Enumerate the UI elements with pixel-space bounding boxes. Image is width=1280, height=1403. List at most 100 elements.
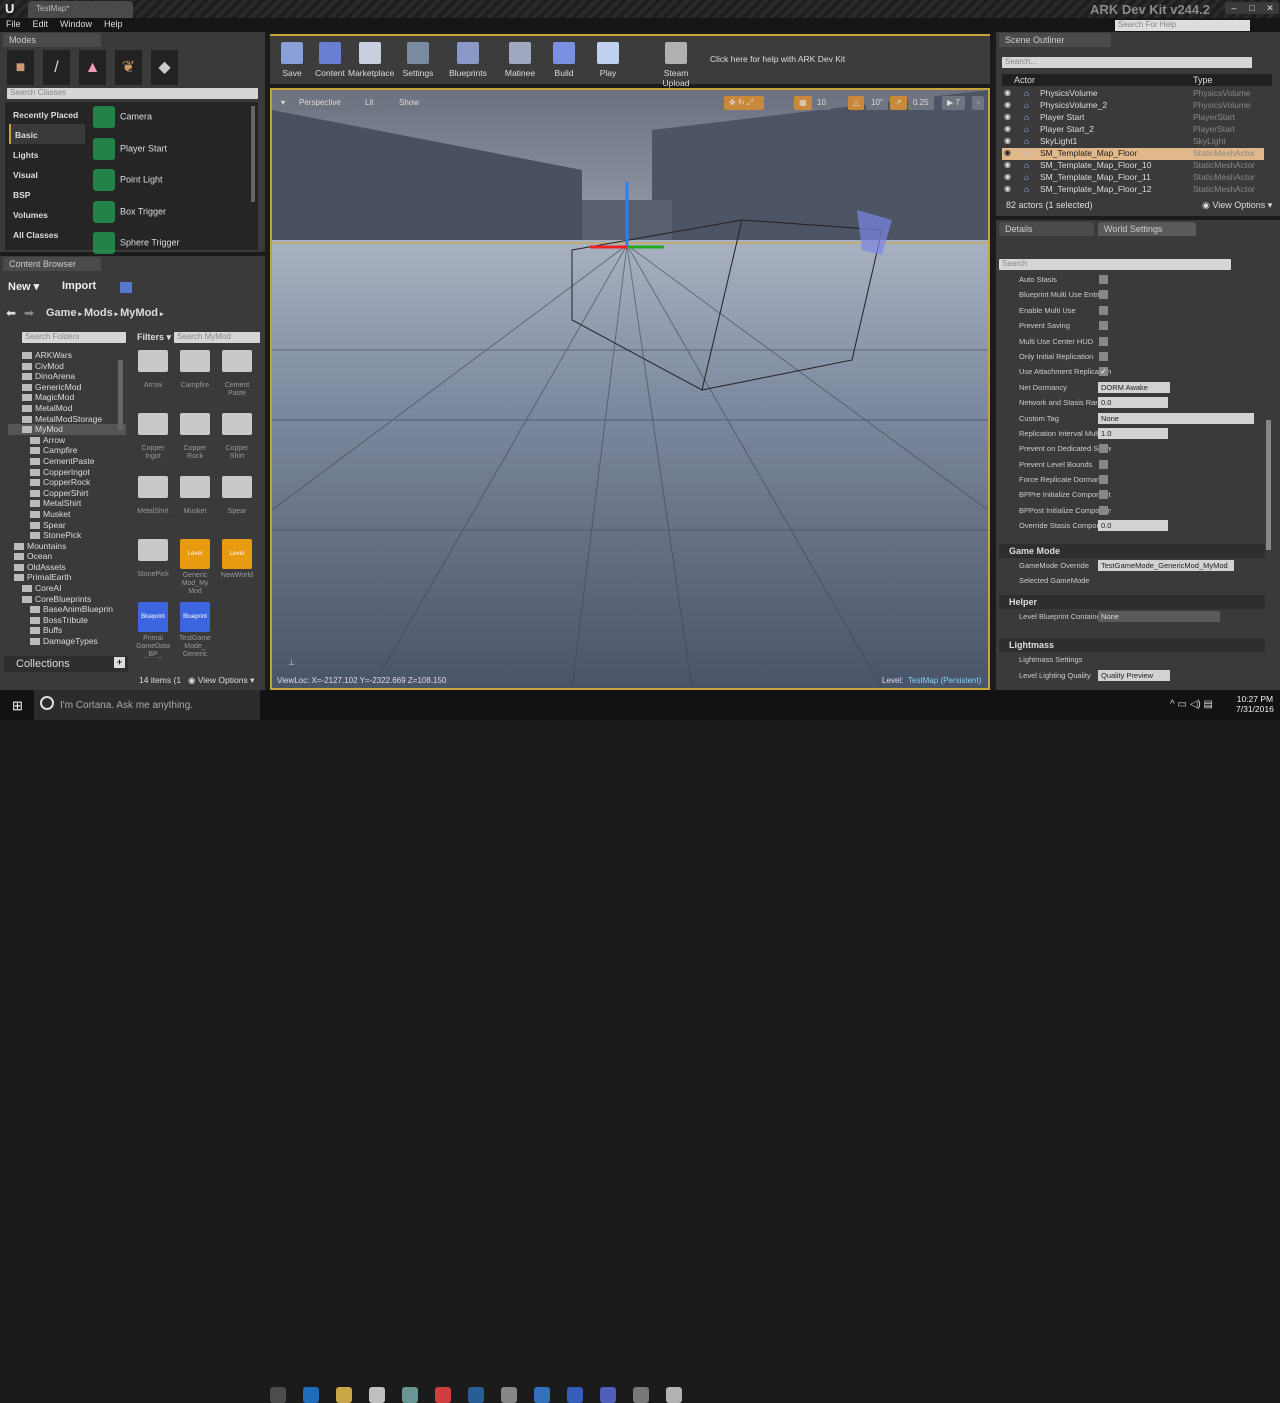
grid-size-value[interactable]: 10 xyxy=(812,96,831,110)
checkbox[interactable] xyxy=(1099,336,1108,346)
discord-icon[interactable] xyxy=(600,1387,616,1403)
folder-item[interactable]: MyMod xyxy=(8,424,126,435)
category-lights[interactable]: Lights xyxy=(9,144,85,164)
camera-speed[interactable]: ▶ 7 xyxy=(942,96,965,110)
breadcrumb-item[interactable]: MyMod xyxy=(120,307,158,319)
file-explorer-icon[interactable] xyxy=(336,1387,352,1403)
foliage-mode-icon[interactable]: ❦ xyxy=(115,50,142,85)
details-search-input[interactable]: Search xyxy=(999,259,1231,270)
asset-tile[interactable]: Arrow xyxy=(135,350,171,390)
selected-gamemode-row[interactable]: Selected GameMode xyxy=(999,573,1265,588)
category-visual[interactable]: Visual xyxy=(9,164,85,184)
app-active-icon[interactable] xyxy=(534,1387,550,1403)
checkbox[interactable]: ✓ xyxy=(1099,367,1108,377)
folder-item[interactable]: Arrow xyxy=(8,435,126,446)
view-options-button[interactable]: ◉ View Options ▾ xyxy=(188,675,254,686)
asset-tile[interactable]: Copper Shirt xyxy=(219,413,255,461)
rotation-snap-value[interactable]: 10° xyxy=(866,96,889,110)
windows-start-icon[interactable]: ⊞ xyxy=(12,698,23,714)
class-item[interactable]: Camera xyxy=(93,106,258,136)
landscape-mode-icon[interactable]: ▲ xyxy=(79,50,106,85)
visibility-eye-icon[interactable]: ◉ xyxy=(1004,160,1011,169)
folder-item[interactable]: Spear xyxy=(8,520,126,531)
folder-item[interactable]: CivMod xyxy=(8,361,126,372)
folder-item[interactable]: DinoArena xyxy=(8,371,126,382)
asset-tile[interactable]: Campfire xyxy=(177,350,213,390)
tab-scene-outliner[interactable]: Scene Outliner xyxy=(999,33,1111,47)
breadcrumb-item[interactable]: Mods xyxy=(84,307,113,319)
visibility-eye-icon[interactable]: ◉ xyxy=(1004,148,1011,157)
lit-button[interactable]: Lit xyxy=(360,96,379,110)
class-item[interactable]: Point Light xyxy=(93,169,258,199)
steam-upload-button[interactable]: Steam Upload xyxy=(650,42,702,88)
steam-alt-icon[interactable] xyxy=(402,1387,418,1403)
breadcrumb-item[interactable]: Game xyxy=(46,307,77,319)
checkbox[interactable] xyxy=(1099,444,1108,454)
checkbox[interactable] xyxy=(1099,490,1108,500)
asset-tile[interactable]: StonePick xyxy=(135,539,171,579)
folder-item[interactable]: CopperIngot xyxy=(8,467,126,478)
search-assets-input[interactable]: Search MyMod xyxy=(174,332,260,343)
app-icon[interactable] xyxy=(501,1387,517,1403)
chrome-icon[interactable] xyxy=(435,1387,451,1403)
viewport-options-button[interactable]: ▾ xyxy=(276,96,290,110)
asset-tile[interactable]: Blueprint Primal GameData _BP_ xyxy=(135,602,171,659)
outliner-row[interactable]: ◉ ⌂ SM_Template_Map_Floor_12 StaticMeshActo… xyxy=(1002,184,1264,194)
column-type[interactable]: Type xyxy=(1193,75,1213,85)
folder-item[interactable]: Campfire xyxy=(8,445,126,456)
asset-tile[interactable]: Level Generic Mod_My Mod xyxy=(177,539,213,596)
visibility-eye-icon[interactable]: ◉ xyxy=(1004,172,1011,181)
epic-icon[interactable] xyxy=(633,1387,649,1403)
tray-icons[interactable]: ^ ▭ ◁) ▤ xyxy=(1170,699,1213,710)
tab-content-browser[interactable]: Content Browser xyxy=(3,257,101,271)
checkbox[interactable] xyxy=(1099,275,1108,284)
save-all-icon[interactable] xyxy=(120,282,132,293)
category-all-classes[interactable]: All Classes xyxy=(9,224,85,244)
folder-item[interactable]: Musket xyxy=(8,509,126,520)
menu-edit[interactable]: Edit xyxy=(27,18,55,30)
checkbox[interactable] xyxy=(1099,305,1108,315)
asset-tile[interactable]: Copper Rock xyxy=(177,413,213,461)
folder-item[interactable]: StonePick xyxy=(8,530,126,541)
menu-help[interactable]: Help xyxy=(98,18,129,30)
minimize-button[interactable]: – xyxy=(1225,2,1243,14)
folder-item[interactable]: MetalShirt xyxy=(8,498,126,509)
folder-item[interactable]: PrimalEarth xyxy=(8,572,126,583)
folder-item[interactable]: Buffs xyxy=(8,625,126,636)
add-collection-icon[interactable]: + xyxy=(114,657,125,668)
folder-item[interactable]: CoreAI xyxy=(8,583,126,594)
store-icon[interactable] xyxy=(369,1387,385,1403)
checkbox[interactable] xyxy=(1099,475,1108,485)
outliner-row[interactable]: ◉ ⌂ PhysicsVolume PhysicsVolume xyxy=(1002,88,1264,100)
outliner-row[interactable]: ◉ ⌂ SM_Template_Map_Floor StaticMeshActor xyxy=(1002,148,1264,160)
outliner-search-input[interactable]: Search... xyxy=(1002,57,1252,68)
app-blue-icon[interactable] xyxy=(567,1387,583,1403)
asset-tile[interactable]: Cement Paste xyxy=(219,350,255,398)
unreal-icon[interactable] xyxy=(666,1387,682,1403)
asset-tile[interactable]: Musket xyxy=(177,476,213,516)
scale-snap-value[interactable]: 0.25 xyxy=(908,96,934,110)
asset-tile[interactable]: Copper Ingot xyxy=(135,413,171,461)
filters-button[interactable]: Filters ▾ xyxy=(137,332,171,343)
play-button[interactable]: Play xyxy=(586,42,630,78)
dropdown[interactable]: DORM Awake xyxy=(1098,381,1170,393)
folder-item[interactable]: Mountains xyxy=(8,541,126,552)
checkbox[interactable] xyxy=(1099,505,1108,515)
outliner-view-options[interactable]: ◉ View Options ▾ xyxy=(1202,200,1272,211)
help-search-input[interactable]: Search For Help xyxy=(1115,20,1250,31)
clock[interactable]: 10:27 PM 7/31/2016 xyxy=(1236,694,1274,714)
close-button[interactable]: ✕ xyxy=(1261,2,1279,14)
checkbox[interactable] xyxy=(1099,290,1108,300)
visibility-eye-icon[interactable]: ◉ xyxy=(1004,112,1011,121)
asset-tile[interactable]: MetalShirt xyxy=(135,476,171,516)
import-button[interactable]: Import xyxy=(62,280,96,292)
level-blueprint-dropdown[interactable]: None xyxy=(1098,610,1220,622)
place-mode-icon[interactable]: ■ xyxy=(7,50,34,85)
folder-item[interactable]: CopperShirt xyxy=(8,488,126,499)
checkbox[interactable] xyxy=(1099,459,1108,469)
class-item[interactable]: Box Trigger xyxy=(93,200,258,231)
rotation-snap-icon[interactable]: △ xyxy=(848,96,865,110)
class-item[interactable]: Player Start xyxy=(93,137,258,168)
text-input[interactable]: None xyxy=(1098,412,1254,424)
tab-world-settings[interactable]: World Settings xyxy=(1098,222,1196,236)
